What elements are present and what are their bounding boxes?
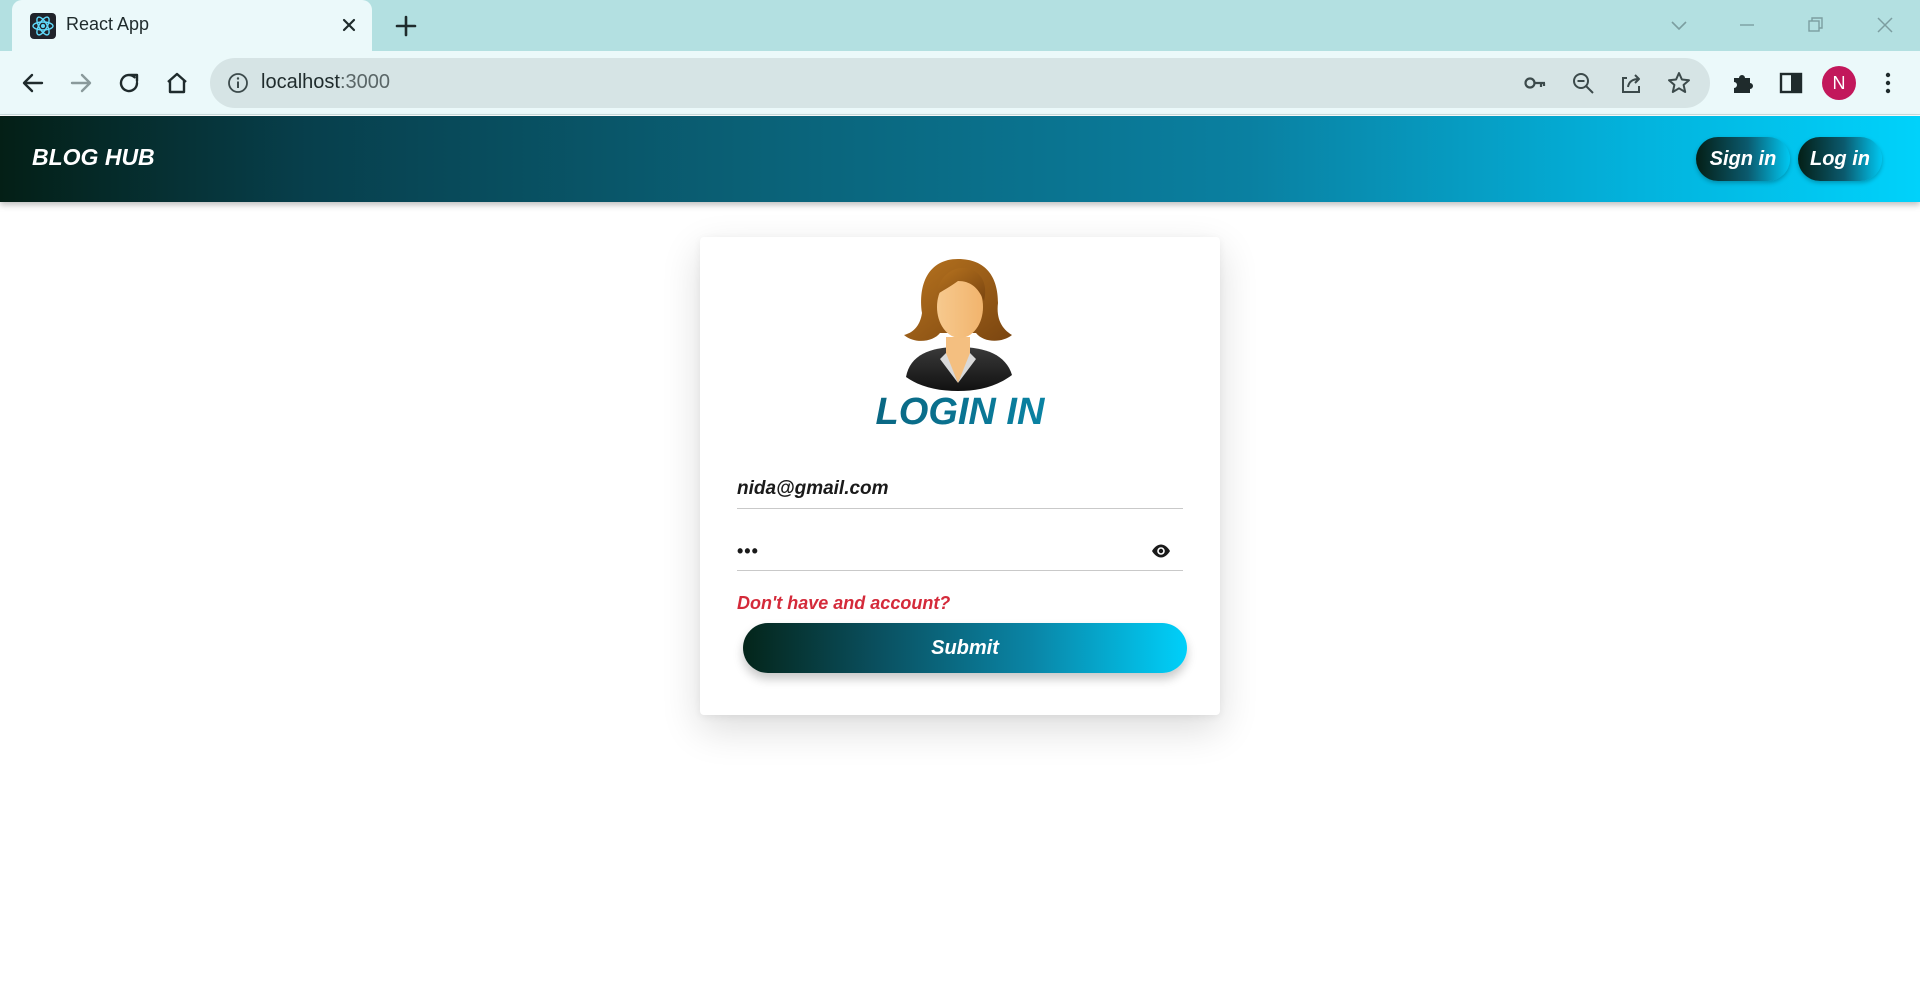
password-field <box>737 519 1183 571</box>
email-input[interactable] <box>737 478 1137 500</box>
login-card: LOGIN IN Don't have and account? Submit <box>700 237 1220 715</box>
sign-in-button[interactable]: Sign in <box>1696 137 1790 181</box>
home-icon[interactable] <box>161 67 193 99</box>
plus-icon[interactable] <box>392 12 420 40</box>
signup-link[interactable]: Don't have and account? <box>737 593 950 614</box>
star-icon[interactable] <box>1666 70 1692 96</box>
reload-icon[interactable] <box>113 67 145 99</box>
app-header: BLOG HUB Sign in Log in <box>0 116 1920 202</box>
brand-logo[interactable]: BLOG HUB <box>32 144 155 171</box>
profile-avatar[interactable]: N <box>1822 66 1856 100</box>
log-in-button[interactable]: Log in <box>1798 137 1882 181</box>
eye-icon[interactable] <box>1151 544 1171 558</box>
key-icon[interactable] <box>1522 70 1548 96</box>
password-input[interactable] <box>737 541 1137 562</box>
close-icon[interactable] <box>338 14 360 36</box>
back-arrow-icon[interactable] <box>17 67 49 99</box>
url-host: localhost <box>261 71 340 93</box>
address-bar[interactable]: localhost:3000 <box>210 58 1710 108</box>
browser-tabstrip: React App <box>0 0 1920 51</box>
tab-title: React App <box>66 14 150 34</box>
minimize-icon[interactable] <box>1732 10 1762 40</box>
forward-arrow-icon[interactable] <box>65 67 97 99</box>
close-window-icon[interactable] <box>1870 10 1900 40</box>
login-title: LOGIN IN <box>700 391 1220 434</box>
react-favicon-icon <box>30 13 56 39</box>
url-port: :3000 <box>339 71 390 93</box>
sidepanel-icon[interactable] <box>1775 67 1807 99</box>
url-text: localhost:3000 <box>261 71 390 94</box>
chevron-down-icon[interactable] <box>1664 10 1694 40</box>
browser-toolbar: localhost:3000 N <box>0 51 1920 115</box>
submit-button[interactable]: Submit <box>743 623 1187 673</box>
zoom-out-icon[interactable] <box>1570 70 1596 96</box>
email-field <box>737 457 1183 509</box>
info-icon[interactable] <box>226 71 250 95</box>
share-icon[interactable] <box>1618 70 1644 96</box>
puzzle-icon[interactable] <box>1727 67 1759 99</box>
kebab-menu-icon[interactable] <box>1872 67 1904 99</box>
restore-icon[interactable] <box>1800 10 1830 40</box>
browser-tab-react-app[interactable]: React App <box>12 0 372 51</box>
female-avatar-icon <box>904 259 1012 391</box>
